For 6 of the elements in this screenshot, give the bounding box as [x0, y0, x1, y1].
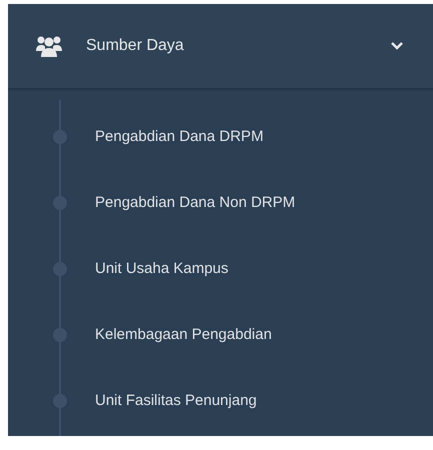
- submenu-link[interactable]: Kelembagaan Pengabdian: [95, 324, 272, 346]
- submenu-link[interactable]: Pengabdian Dana Non DRPM: [95, 192, 296, 214]
- submenu-link[interactable]: Unit Fasilitas Penunjang: [95, 390, 257, 412]
- menu-header[interactable]: Sumber Daya: [8, 4, 433, 90]
- submenu-link[interactable]: Unit Usaha Kampus: [95, 258, 228, 280]
- submenu-link[interactable]: Pengabdian Dana DRPM: [95, 126, 264, 148]
